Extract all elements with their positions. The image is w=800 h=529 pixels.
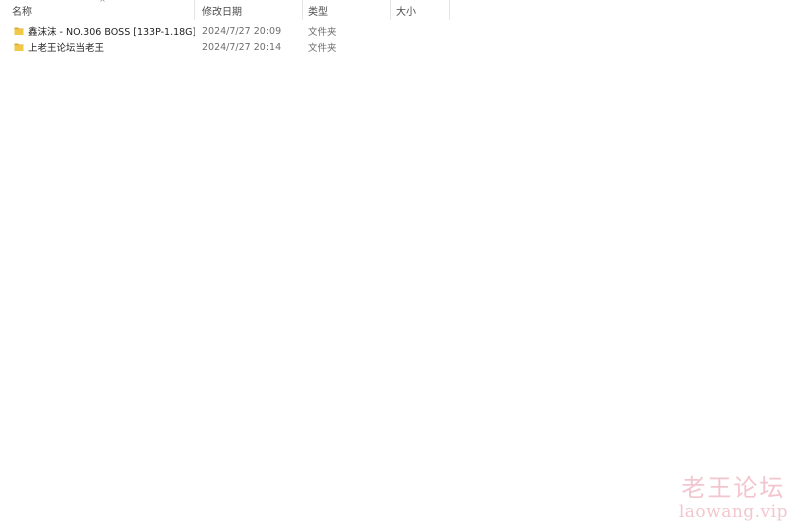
file-type: 文件夹 [308,43,337,54]
file-name-cell: 上老王论坛当老王 [0,40,195,54]
file-date: 2024/7/27 20:09 [202,25,282,37]
watermark-title: 老王论坛 [681,474,786,502]
column-header-name[interactable]: ^ 名称 [0,0,195,20]
file-list: 鑫沫沫 - NO.306 BOSS [133P-1.18G] 2024/7/27… [0,23,450,55]
watermark-url: laowang.vip [678,502,788,522]
column-header-size-label: 大小 [396,6,416,18]
file-explorer-details-view: ^ 名称 修改日期 类型 大小 鑫沫沫 - NO.306 BOSS [133P-… [0,0,800,529]
watermark-logo: 老王论坛 laowang.vip [679,476,788,521]
column-header-type[interactable]: 类型 [303,0,391,20]
file-name: 鑫沫沫 - NO.306 BOSS [133P-1.18G] [28,27,195,38]
file-name-cell: 鑫沫沫 - NO.306 BOSS [133P-1.18G] [0,24,195,38]
file-date: 2024/7/27 20:14 [202,41,282,53]
column-header-name-label: 名称 [12,6,32,18]
folder-icon [14,27,24,35]
folder-icon [14,43,24,51]
column-header-type-label: 类型 [308,6,328,18]
column-header-size[interactable]: 大小 [391,0,450,20]
file-name: 上老王论坛当老王 [28,43,105,54]
column-header-row: ^ 名称 修改日期 类型 大小 [0,0,450,20]
column-header-date[interactable]: 修改日期 [195,0,303,20]
file-row[interactable]: 上老王论坛当老王 2024/7/27 20:14 文件夹 [0,39,450,55]
file-row[interactable]: 鑫沫沫 - NO.306 BOSS [133P-1.18G] 2024/7/27… [0,23,450,39]
column-header-date-label: 修改日期 [202,6,242,18]
file-type: 文件夹 [308,27,337,38]
sort-ascending-icon: ^ [99,0,106,7]
